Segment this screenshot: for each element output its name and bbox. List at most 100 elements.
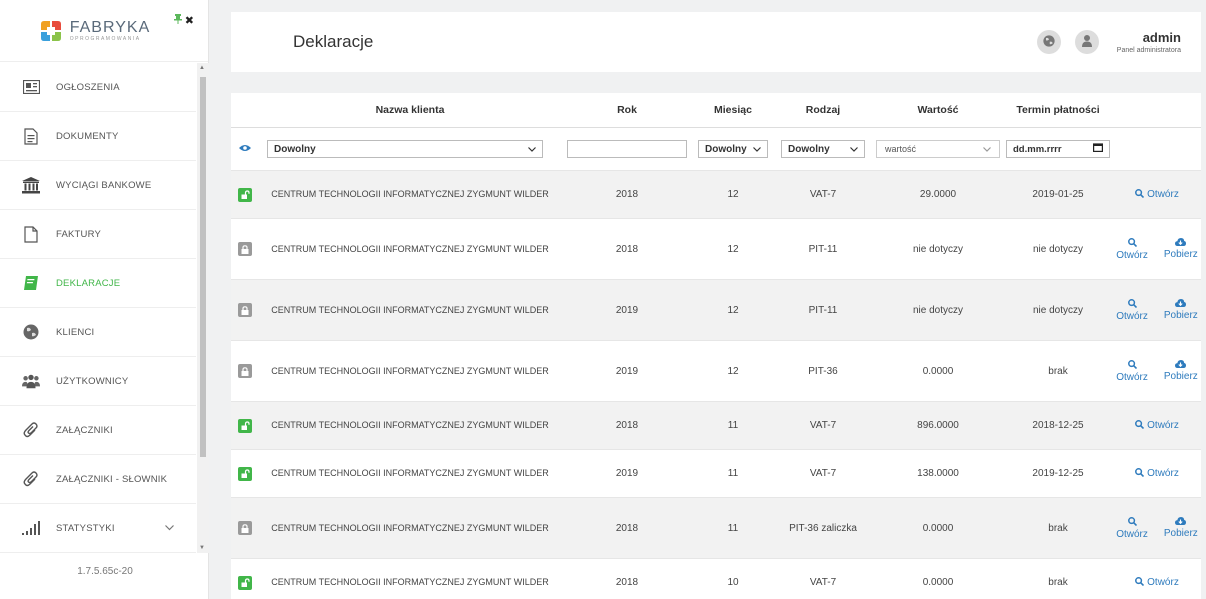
table-body: CENTRUM TECHNOLOGII INFORMATYCZNEJ ZYGMU…	[231, 170, 1201, 599]
month-cell: 12	[727, 189, 739, 200]
unlocked-icon[interactable]	[238, 466, 252, 481]
search-icon	[1135, 576, 1145, 589]
user-info[interactable]: admin Panel administratora	[1117, 30, 1181, 54]
book-icon	[22, 274, 40, 292]
table-row[interactable]: CENTRUM TECHNOLOGII INFORMATYCZNEJ ZYGMU…	[231, 218, 1201, 279]
due-date-cell: 2019-12-25	[1032, 468, 1084, 479]
unlocked-icon[interactable]	[238, 575, 252, 590]
year-filter-input[interactable]	[567, 140, 687, 158]
locked-icon[interactable]	[238, 303, 252, 317]
year-cell: 2018	[615, 189, 639, 200]
table-row[interactable]: CENTRUM TECHNOLOGII INFORMATYCZNEJ ZYGMU…	[231, 279, 1201, 340]
sidebar-item-zalaczniki-slownik[interactable]: ZAŁĄCZNIKI - SŁOWNIK	[0, 455, 196, 504]
locked-icon[interactable]	[238, 242, 252, 256]
year-cell: 2019	[615, 365, 639, 377]
chevron-down-icon	[983, 145, 991, 154]
sidebar-item-deklaracje[interactable]: DEKLARACJE	[0, 259, 196, 308]
open-button[interactable]: Otwórz	[1116, 516, 1148, 540]
cloud-download-icon	[1175, 298, 1187, 310]
month-filter-select[interactable]: Dowolny	[698, 140, 768, 158]
column-header-month[interactable]: Miesiąc	[693, 104, 773, 116]
document-icon	[22, 127, 40, 145]
month-cell: 11	[727, 420, 739, 431]
locked-icon[interactable]	[238, 521, 252, 535]
column-header-due-date[interactable]: Termin płatności	[1003, 104, 1113, 116]
unlocked-icon[interactable]	[238, 418, 252, 433]
logo-mark	[38, 18, 64, 44]
calendar-icon[interactable]	[1093, 143, 1104, 155]
month-cell: 10	[727, 577, 739, 588]
scrollbar-thumb[interactable]	[200, 77, 206, 457]
column-header-type[interactable]: Rodzaj	[773, 104, 873, 116]
locked-icon[interactable]	[238, 364, 252, 378]
client-cell: CENTRUM TECHNOLOGII INFORMATYCZNEJ ZYGMU…	[271, 577, 549, 587]
cloud-download-icon	[1175, 359, 1187, 371]
bank-icon	[22, 176, 40, 194]
close-icon[interactable]: ✖	[185, 14, 194, 27]
download-button[interactable]: Pobierz	[1164, 298, 1198, 322]
sidebar-scrollbar[interactable]: ▲ ▼	[197, 63, 209, 553]
sidebar-item-label: ZAŁĄCZNIKI - SŁOWNIK	[56, 473, 168, 485]
search-icon	[1135, 188, 1145, 201]
client-filter-select[interactable]: Dowolny	[267, 140, 543, 158]
value-cell: 896.0000	[917, 420, 959, 431]
sidebar-item-label: KLIENCI	[56, 326, 95, 338]
table-row[interactable]: CENTRUM TECHNOLOGII INFORMATYCZNEJ ZYGMU…	[231, 340, 1201, 401]
table-row[interactable]: CENTRUM TECHNOLOGII INFORMATYCZNEJ ZYGMU…	[231, 170, 1201, 218]
user-button[interactable]	[1074, 30, 1099, 54]
open-button[interactable]: Otwórz	[1116, 237, 1148, 261]
open-label: Otwórz	[1147, 420, 1179, 431]
sidebar-item-label: DOKUMENTY	[56, 130, 119, 142]
value-filter-select[interactable]: wartość	[876, 140, 1000, 158]
sidebar-item-statystyki[interactable]: STATYSTYKI	[0, 504, 196, 553]
download-button[interactable]: Pobierz	[1164, 237, 1198, 261]
table-row[interactable]: CENTRUM TECHNOLOGII INFORMATYCZNEJ ZYGMU…	[231, 497, 1201, 558]
logo[interactable]: FABRYKA OPROGRAMOWANIA	[38, 18, 151, 44]
search-icon	[1127, 516, 1137, 529]
open-label: Otwórz	[1116, 528, 1148, 540]
scroll-up-icon[interactable]: ▲	[199, 65, 205, 71]
pin-icon[interactable]	[173, 14, 182, 27]
eye-icon[interactable]	[239, 143, 251, 155]
due-date-filter-input[interactable]: dd.mm.rrrr	[1006, 140, 1110, 158]
month-cell: 12	[727, 304, 739, 316]
column-header-value[interactable]: Wartość	[873, 104, 1003, 116]
table-row[interactable]: CENTRUM TECHNOLOGII INFORMATYCZNEJ ZYGMU…	[231, 449, 1201, 497]
sidebar-item-wyciagi-bankowe[interactable]: WYCIĄGI BANKOWE	[0, 161, 196, 210]
table-row[interactable]: CENTRUM TECHNOLOGII INFORMATYCZNEJ ZYGMU…	[231, 558, 1201, 599]
chevron-down-icon[interactable]	[165, 523, 174, 534]
open-label: Otwórz	[1116, 371, 1148, 383]
sidebar-item-dokumenty[interactable]: DOKUMENTY	[0, 112, 196, 161]
scroll-down-icon[interactable]: ▼	[199, 545, 205, 551]
download-label: Pobierz	[1163, 370, 1198, 382]
open-button[interactable]: Otwórz	[1135, 419, 1179, 432]
download-button[interactable]: Pobierz	[1163, 359, 1198, 383]
client-cell: CENTRUM TECHNOLOGII INFORMATYCZNEJ ZYGMU…	[271, 468, 549, 478]
table-row[interactable]: CENTRUM TECHNOLOGII INFORMATYCZNEJ ZYGMU…	[231, 401, 1201, 449]
unlocked-icon[interactable]	[238, 187, 252, 202]
type-cell: PIT-36 zaliczka	[789, 522, 857, 534]
sidebar-item-ogloszenia[interactable]: OGŁOSZENIA	[0, 63, 196, 112]
download-button[interactable]: Pobierz	[1163, 516, 1198, 540]
sidebar-item-zalaczniki[interactable]: ZAŁĄCZNIKI	[0, 406, 196, 455]
type-filter-select[interactable]: Dowolny	[781, 140, 865, 158]
open-button[interactable]: Otwórz	[1135, 467, 1179, 480]
sidebar-item-faktury[interactable]: FAKTURY	[0, 210, 196, 259]
client-filter-value: Dowolny	[274, 143, 316, 155]
actions-cell: Otwórz Pobierz	[1113, 359, 1201, 383]
column-header-year[interactable]: Rok	[561, 104, 693, 116]
sidebar-item-klienci[interactable]: KLIENCI	[0, 308, 196, 357]
actions-cell: Otwórz	[1113, 188, 1201, 201]
open-button[interactable]: Otwórz	[1135, 576, 1179, 589]
type-cell: PIT-11	[808, 304, 838, 316]
open-button[interactable]: Otwórz	[1116, 359, 1148, 383]
globe-button[interactable]	[1036, 30, 1061, 54]
open-button[interactable]: Otwórz	[1116, 298, 1148, 322]
due-date-cell: 2018-12-25	[1032, 420, 1084, 431]
open-button[interactable]: Otwórz	[1135, 188, 1179, 201]
column-header-client[interactable]: Nazwa klienta	[259, 104, 561, 116]
download-label: Pobierz	[1163, 527, 1198, 539]
sidebar-item-label: WYCIĄGI BANKOWE	[56, 179, 152, 191]
sidebar-item-label: UŻYTKOWNICY	[56, 375, 129, 387]
sidebar-item-uzytkownicy[interactable]: UŻYTKOWNICY	[0, 357, 196, 406]
